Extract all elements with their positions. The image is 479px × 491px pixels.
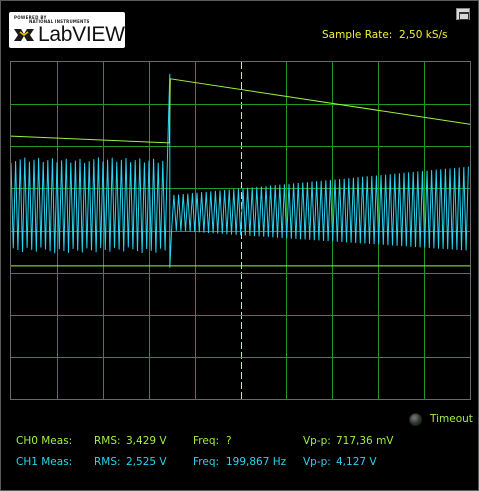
sample-rate-readout: Sample Rate: 2,50 kS/s bbox=[322, 29, 448, 41]
ch1-freq-value: 199,867 Hz bbox=[226, 456, 287, 468]
ch1-waveform bbox=[11, 73, 469, 268]
ch1-vpp-value: 4,127 V bbox=[336, 456, 377, 468]
national-instruments-eagle-icon bbox=[13, 25, 35, 43]
ch1-rms-value: 2,525 V bbox=[126, 456, 167, 468]
waveform-svg bbox=[11, 62, 470, 399]
ch1-vpp-label: Vp-p: bbox=[303, 456, 331, 468]
timeout-label: Timeout bbox=[430, 413, 473, 425]
logo-wordmark: LabVIEW bbox=[38, 23, 125, 46]
oscilloscope-panel: POWERED BY NATIONAL INSTRUMENTS LabVIEW … bbox=[0, 0, 479, 491]
ch0-meas-label: CH0 Meas: bbox=[16, 435, 73, 447]
ch0-freq-label: Freq: bbox=[193, 435, 220, 447]
timeout-led-icon bbox=[409, 413, 422, 426]
sample-rate-value: 2,50 kS/s bbox=[399, 29, 448, 41]
ch0-rms-value: 3,429 V bbox=[126, 435, 167, 447]
ch1-meas-label: CH1 Meas: bbox=[16, 456, 73, 468]
labview-logo: POWERED BY NATIONAL INSTRUMENTS LabVIEW bbox=[9, 12, 125, 48]
ch1-rms-label: RMS: bbox=[94, 456, 121, 468]
waveform-graph[interactable] bbox=[10, 61, 471, 400]
ch0-vpp-label: Vp-p: bbox=[303, 435, 331, 447]
ch0-vpp-value: 717,36 mV bbox=[336, 435, 394, 447]
sample-rate-label: Sample Rate: bbox=[322, 29, 393, 41]
ch0-rms-label: RMS: bbox=[94, 435, 121, 447]
ch0-freq-value: ? bbox=[226, 435, 232, 447]
window-restore-icon[interactable] bbox=[456, 8, 470, 20]
ch1-freq-label: Freq: bbox=[193, 456, 220, 468]
ch0-waveform bbox=[11, 78, 470, 144]
